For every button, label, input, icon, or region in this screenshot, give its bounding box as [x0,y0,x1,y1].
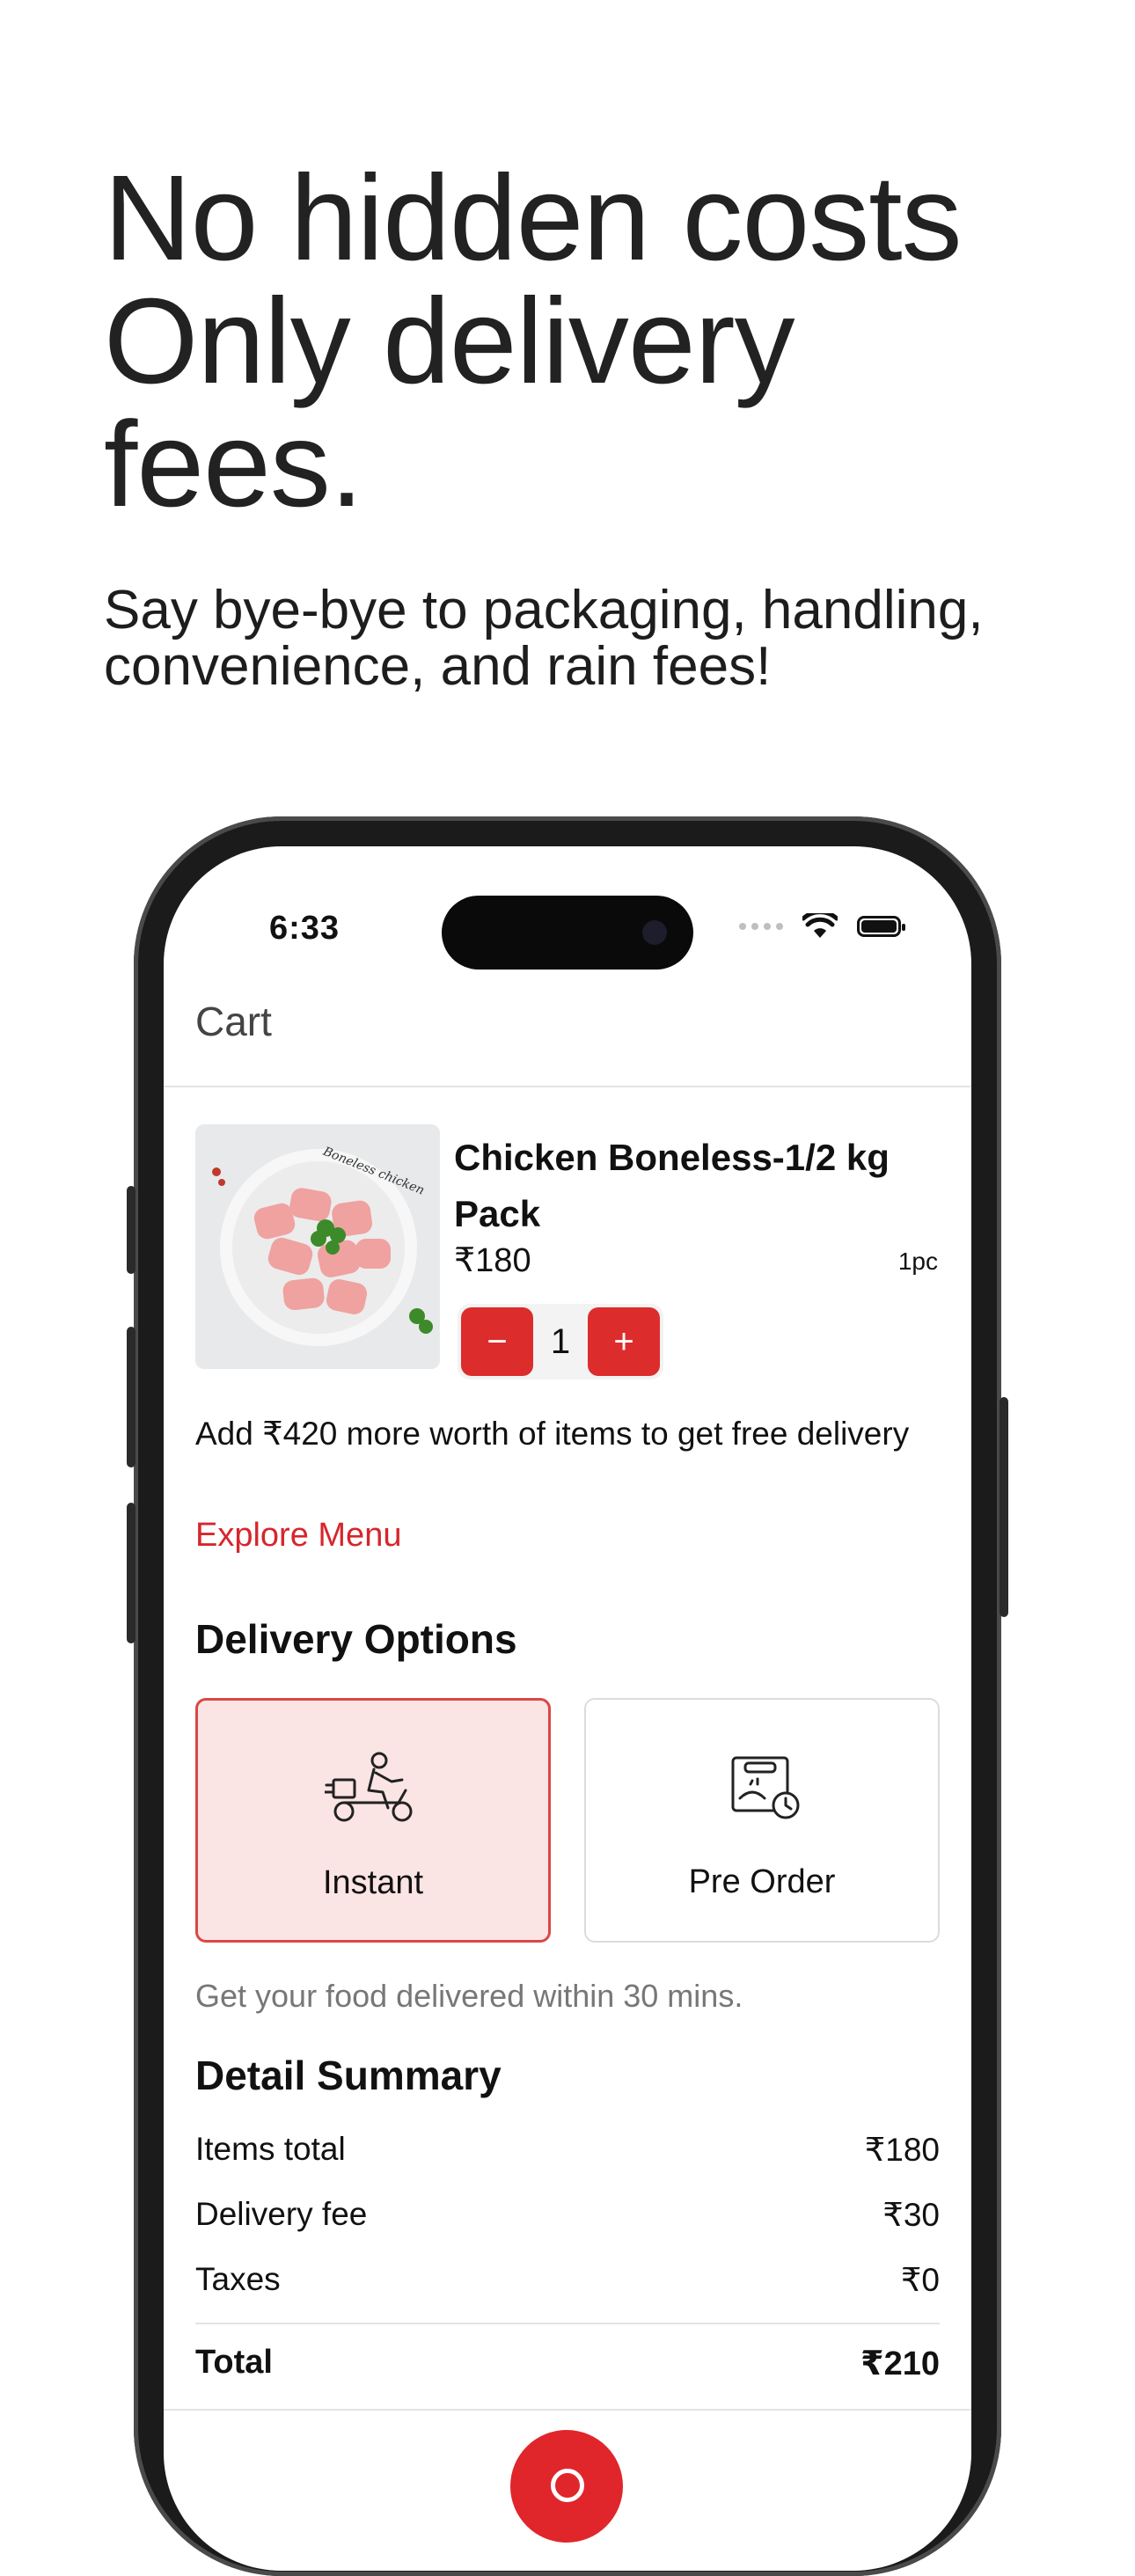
status-icons [739,913,905,940]
summary-row-label: Items total [195,2131,346,2167]
scooter-rider-icon [325,1752,413,1822]
product-unit: 1pc [897,1248,938,1275]
quantity-stepper: − 1 + [458,1304,663,1379]
promo-subhead: Say bye-bye to packaging, handling, conv… [104,582,1116,695]
battery-icon [857,916,905,937]
delivery-option-pre-order[interactable]: Pre Order [584,1698,940,1943]
summary-row-label: Taxes [195,2261,281,2297]
summary-row-value: ₹180 [864,2132,940,2168]
phone-action-button [127,1186,135,1274]
signal-icon [739,923,783,930]
wifi-icon [802,913,838,938]
delivery-time-note: Get your food delivered within 30 mins. [195,1978,743,2014]
chicken-plate-image: Boneless chicken [195,1124,440,1369]
delivery-option-instant[interactable]: Instant [195,1698,551,1943]
subhead-line-2: convenience, and rain fees! [104,636,772,697]
summary-divider [195,2323,940,2324]
phone-screen: 6:33 Cart Boneless chicken Chicken Bonel… [164,846,971,2571]
summary-row-value: ₹30 [882,2197,940,2233]
explore-menu-link[interactable]: Explore Menu [195,1517,401,1555]
summary-row-taxes: Taxes ₹0 [195,2261,940,2299]
summary-row-total: Total ₹210 [195,2344,940,2383]
phone-volume-up-button [127,1327,135,1467]
total-label: Total [195,2344,273,2381]
promo-headline: No hidden costs Only delivery fees. [104,157,1107,526]
delivery-options-title: Delivery Options [195,1616,517,1662]
camera-icon [642,920,667,945]
headline-line-3: fees. [104,397,363,532]
detail-summary-title: Detail Summary [195,2053,502,2098]
page-title: Cart [195,999,272,1044]
phone-volume-down-button [127,1503,135,1643]
subhead-line-1: Say bye-bye to packaging, handling, [104,580,984,640]
summary-row-label: Delivery fee [195,2196,368,2232]
search-fab-button[interactable] [510,2430,623,2543]
quantity-value: 1 [550,1322,571,1361]
footer-divider [164,2409,971,2411]
total-value: ₹210 [860,2345,940,2382]
summary-row-items-total: Items total ₹180 [195,2131,940,2169]
increase-quantity-button[interactable]: + [588,1307,660,1376]
decrease-quantity-button[interactable]: − [461,1307,533,1376]
dynamic-island [442,896,693,970]
header-divider [164,1086,971,1087]
free-delivery-note: Add ₹420 more worth of items to get free… [195,1416,910,1452]
status-time: 6:33 [269,910,340,947]
phone-frame: 6:33 Cart Boneless chicken Chicken Bonel… [127,816,1008,2576]
headline-line-2: Only delivery [104,274,795,409]
product-image[interactable]: Boneless chicken [195,1124,440,1369]
search-icon [551,2469,584,2502]
product-name: Chicken Boneless-1/2 kg Pack [454,1137,890,1234]
delivery-option-pre-order-label: Pre Order [688,1863,836,1900]
summary-row-value: ₹0 [900,2262,940,2298]
phone-power-button [1000,1397,1008,1617]
summary-row-delivery-fee: Delivery fee ₹30 [195,2196,940,2234]
delivery-option-instant-label: Instant [322,1864,424,1901]
headline-line-1: No hidden costs [104,150,963,286]
scheduled-box-icon [731,1756,800,1819]
product-price: ₹180 [454,1242,531,1279]
